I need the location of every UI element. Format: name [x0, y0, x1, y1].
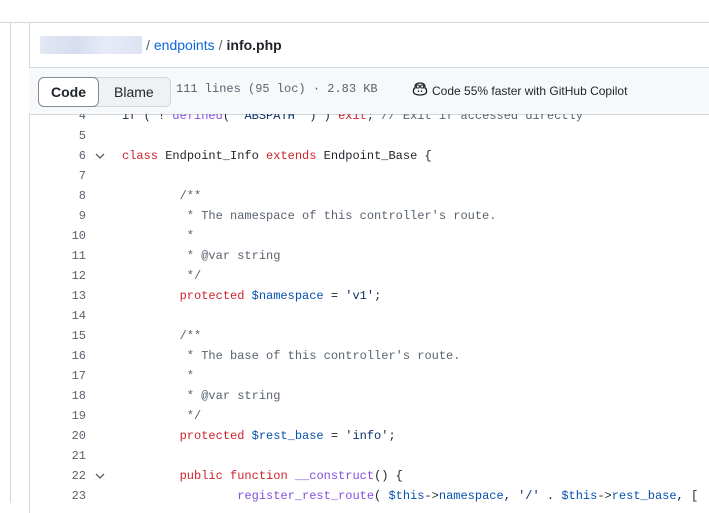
line-number[interactable]: 23 [29, 486, 86, 503]
code-line: 4 if ( ! defined( 'ABSPATH' ) ) exit; // … [29, 114, 709, 126]
breadcrumb-folder-link[interactable]: endpoints [154, 37, 215, 53]
code-text: * The base of this controller's route. [179, 349, 461, 363]
code-text: protected $namespace = 'v1'; [179, 289, 382, 303]
repo-name-redacted[interactable] [40, 36, 142, 54]
line-number[interactable]: 16 [29, 346, 86, 366]
tab-blame[interactable]: Blame [98, 78, 170, 106]
view-toggle: Code Blame [38, 77, 171, 107]
line-number[interactable]: 17 [29, 366, 86, 386]
line-number[interactable]: 7 [29, 166, 86, 186]
line-number[interactable]: 20 [29, 426, 86, 446]
code-line: 16 * The base of this controller's route… [29, 346, 709, 366]
line-number[interactable]: 19 [29, 406, 86, 426]
chevron-down-icon[interactable] [95, 152, 105, 160]
line-number[interactable]: 21 [29, 446, 86, 466]
code-line: 6 class Endpoint_Info extends Endpoint_Ba… [29, 146, 709, 166]
copilot-label: Code 55% faster with GitHub Copilot [432, 83, 628, 98]
code-line: 20 protected $rest_base = 'info'; [29, 426, 709, 446]
code-text: * The namespace of this controller's rou… [179, 209, 497, 223]
code-text: if ( ! defined( 'ABSPATH' ) ) exit; // E… [122, 114, 583, 123]
file-toolbar: Code Blame 111 lines (95 loc) · 2.83 KB … [29, 67, 709, 115]
line-number[interactable]: 10 [29, 226, 86, 246]
line-number[interactable]: 8 [29, 186, 86, 206]
line-number[interactable]: 5 [29, 126, 86, 146]
code-text: register_rest_route( $this->namespace, '… [237, 489, 699, 503]
chevron-down-icon[interactable] [95, 472, 105, 480]
code-text: class Endpoint_Info extends Endpoint_Bas… [122, 149, 432, 163]
code-text: * [179, 369, 195, 383]
code-line: 11 * @var string [29, 246, 709, 266]
code-text: * [179, 229, 195, 243]
code-text: * @var string [179, 389, 281, 403]
file-meta: 111 lines (95 loc) · 2.83 KB [176, 82, 378, 96]
code-text: */ [179, 409, 202, 423]
line-number[interactable]: 6 [29, 146, 86, 166]
code-line: 15 /** [29, 326, 709, 346]
code-line: 21 [29, 446, 709, 466]
code-line: 22 public function __construct() { [29, 466, 709, 486]
code-line: 7 [29, 166, 709, 186]
code-text: /** [179, 189, 202, 203]
breadcrumb-separator: / [146, 37, 150, 53]
line-number[interactable]: 15 [29, 326, 86, 346]
code-line: 18 * @var string [29, 386, 709, 406]
line-number[interactable]: 18 [29, 386, 86, 406]
code-line: 10 * [29, 226, 709, 246]
breadcrumb-separator: / [218, 37, 223, 53]
code-text: protected $rest_base = 'info'; [179, 429, 396, 443]
code-line: 12 */ [29, 266, 709, 286]
file-tree-edge [0, 23, 11, 503]
breadcrumb: / endpoints / info.php [40, 34, 282, 56]
code-line: 14 [29, 306, 709, 326]
code-line: 5 [29, 126, 709, 146]
code-text: /** [179, 329, 202, 343]
line-number[interactable]: 12 [29, 266, 86, 286]
code-line: 19 */ [29, 406, 709, 426]
line-number[interactable]: 11 [29, 246, 86, 266]
copilot-promo[interactable]: Code 55% faster with GitHub Copilot [412, 81, 627, 100]
line-number[interactable]: 22 [29, 466, 86, 486]
line-number[interactable]: 14 [29, 306, 86, 326]
code-line: 9 * The namespace of this controller's r… [29, 206, 709, 226]
code-text: * @var string [179, 249, 281, 263]
code-line: 17 * [29, 366, 709, 386]
line-number[interactable]: 4 [29, 114, 86, 126]
line-number[interactable]: 9 [29, 206, 86, 226]
code-line: 13 protected $namespace = 'v1'; [29, 286, 709, 306]
code-line: 8 /** [29, 186, 709, 206]
top-bar [0, 0, 709, 23]
copilot-icon [412, 81, 432, 100]
tab-code[interactable]: Code [38, 77, 99, 107]
line-number[interactable]: 13 [29, 286, 86, 306]
breadcrumb-current-file: info.php [226, 37, 282, 53]
code-text: */ [179, 269, 202, 283]
side-gutter [11, 23, 29, 503]
code-line: 23 register_rest_route( $this->namespace… [29, 486, 709, 503]
code-text: public function __construct() { [179, 469, 403, 483]
code-view: 4 if ( ! defined( 'ABSPATH' ) ) exit; // … [29, 114, 709, 503]
